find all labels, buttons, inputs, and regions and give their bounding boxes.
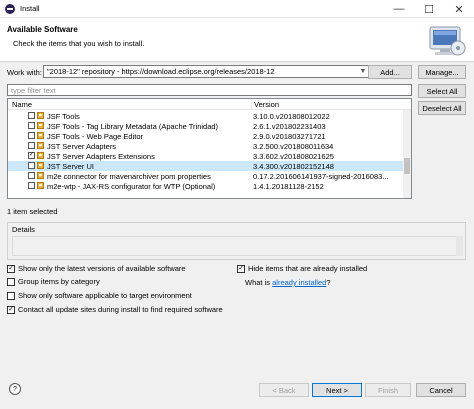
- table-row[interactable]: JST Server Adapters 3.2.500.v20180801163…: [8, 141, 404, 151]
- row-name: JSF Tools - Tag Library Metadata (Apache…: [47, 122, 219, 131]
- row-version: 3.2.500.v201808011634: [253, 142, 334, 151]
- already-installed-text: What is already installed ?: [245, 278, 330, 287]
- checkbox-checked[interactable]: ✓: [7, 305, 15, 314]
- window-titlebar: Install — ☐ ✕: [0, 0, 474, 18]
- row-checkbox[interactable]: [28, 142, 35, 149]
- work-with-label: Work with:: [7, 68, 42, 77]
- column-divider[interactable]: [251, 99, 252, 110]
- option-label: Contact all update sites during install …: [18, 305, 223, 314]
- package-icon: [37, 152, 44, 159]
- table-header: Name Version: [8, 99, 411, 110]
- what-is-prefix: What is: [245, 278, 271, 287]
- cancel-button[interactable]: Cancel: [416, 383, 466, 397]
- row-checkbox[interactable]: [28, 182, 35, 189]
- row-name: JSF Tools - Web Page Editor: [47, 132, 144, 141]
- package-icon: [37, 112, 44, 119]
- package-icon: [37, 122, 44, 129]
- scrollbar-thumb[interactable]: [404, 158, 410, 174]
- option-label: Show only the latest versions of availab…: [18, 264, 186, 273]
- option-contact-update-sites[interactable]: ✓ Contact all update sites during instal…: [7, 305, 223, 314]
- row-version: 1.4.1.20181128-2152: [253, 182, 324, 191]
- row-checkbox[interactable]: [28, 132, 35, 139]
- option-group-by-category[interactable]: Group items by category: [7, 277, 100, 286]
- row-version: 3.3.602.v201808021625: [253, 152, 334, 161]
- option-target-environment[interactable]: Show only software applicable to target …: [7, 291, 192, 300]
- table-row[interactable]: JSF Tools - Tag Library Metadata (Apache…: [8, 121, 404, 131]
- filter-input[interactable]: [7, 84, 412, 96]
- package-icon: [37, 172, 44, 179]
- option-latest-versions[interactable]: ✓ Show only the latest versions of avail…: [7, 264, 186, 273]
- already-installed-link[interactable]: already installed: [272, 278, 326, 287]
- close-button[interactable]: ✕: [444, 0, 474, 18]
- row-checkbox[interactable]: [28, 162, 35, 169]
- details-scrollbar[interactable]: [456, 236, 463, 256]
- row-version: 3.4.300.v201802152148: [253, 162, 334, 171]
- package-icon: [37, 142, 44, 149]
- row-name: m2e-wtp - JAX-RS configurator for WTP (O…: [47, 182, 216, 191]
- row-name: JST Server Adapters: [47, 142, 117, 151]
- table-row-selected[interactable]: JST Server UI 3.4.300.v201802152148: [8, 161, 404, 171]
- option-label: Group items by category: [18, 277, 100, 286]
- wizard-body: Work with: "2018-12" repository - https:…: [0, 62, 474, 409]
- column-header-name[interactable]: Name: [12, 100, 32, 109]
- row-name: JST Server UI: [47, 162, 94, 171]
- table-row[interactable]: JSF Tools 3.10.0.v201808012022: [8, 111, 404, 121]
- row-checkbox-checked[interactable]: ✓: [28, 152, 35, 159]
- checkbox[interactable]: [7, 291, 15, 300]
- checkbox[interactable]: [7, 277, 15, 286]
- table-row[interactable]: m2e connector for mavenarchiver pom prop…: [8, 171, 404, 181]
- install-computer-icon: [429, 26, 466, 56]
- selection-status: 1 item selected: [7, 207, 58, 216]
- package-icon: [37, 132, 44, 139]
- option-label: Hide items that are already installed: [248, 264, 368, 273]
- row-version: 0.17.2.201606141937-signed-2016083...: [253, 172, 389, 181]
- table-row[interactable]: m2e-wtp - JAX-RS configurator for WTP (O…: [8, 181, 404, 191]
- column-header-version[interactable]: Version: [254, 100, 279, 109]
- wizard-header: Available Software Check the items that …: [0, 18, 474, 62]
- package-icon: [37, 182, 44, 189]
- back-button[interactable]: < Back: [259, 383, 309, 397]
- eclipse-icon: [5, 3, 15, 14]
- what-is-suffix: ?: [326, 278, 331, 287]
- details-label: Details: [12, 225, 35, 234]
- deselect-all-button[interactable]: Deselect All: [418, 101, 466, 115]
- details-text-area[interactable]: [12, 236, 463, 256]
- table-row[interactable]: JSF Tools - Web Page Editor 2.9.0.v20180…: [8, 131, 404, 141]
- row-version: 2.6.1.v201802231403: [253, 122, 326, 131]
- row-version: 3.10.0.v201808012022: [253, 112, 330, 121]
- work-with-value: "2018-12" repository - https://download.…: [47, 67, 275, 76]
- row-version: 2.9.0.v201803271721: [253, 132, 326, 141]
- details-group: Details: [7, 222, 466, 260]
- help-icon[interactable]: ?: [9, 383, 21, 395]
- row-name: m2e connector for mavenarchiver pom prop…: [47, 172, 211, 181]
- page-title: Available Software: [7, 25, 78, 34]
- next-button[interactable]: Next >: [312, 383, 362, 397]
- row-name: JSF Tools: [47, 112, 80, 121]
- manage-repositories-button[interactable]: Manage...: [418, 65, 466, 79]
- page-description: Check the items that you wish to install…: [13, 39, 145, 48]
- row-checkbox[interactable]: [28, 112, 35, 119]
- software-table: Name Version JSF Tools 3.10.0.v201808012…: [7, 98, 412, 199]
- add-repository-button[interactable]: Add...: [368, 65, 412, 79]
- maximize-button[interactable]: ☐: [414, 0, 444, 18]
- package-icon: [37, 162, 44, 169]
- option-hide-installed[interactable]: ✓ Hide items that are already installed: [237, 264, 367, 273]
- work-with-combo[interactable]: "2018-12" repository - https://download.…: [43, 65, 370, 78]
- table-scrollbar[interactable]: [403, 110, 411, 198]
- table-row[interactable]: ✓ JST Server Adapters Extensions 3.3.602…: [8, 151, 404, 161]
- checkbox-checked[interactable]: ✓: [237, 264, 245, 273]
- row-checkbox[interactable]: [28, 122, 35, 129]
- row-name: JST Server Adapters Extensions: [47, 152, 155, 161]
- select-all-button[interactable]: Select All: [418, 84, 466, 98]
- finish-button[interactable]: Finish: [365, 383, 411, 397]
- row-checkbox[interactable]: [28, 172, 35, 179]
- window-title: Install: [20, 4, 40, 13]
- option-label: Show only software applicable to target …: [18, 291, 192, 300]
- minimize-button[interactable]: —: [384, 0, 414, 18]
- checkbox-checked[interactable]: ✓: [7, 264, 15, 273]
